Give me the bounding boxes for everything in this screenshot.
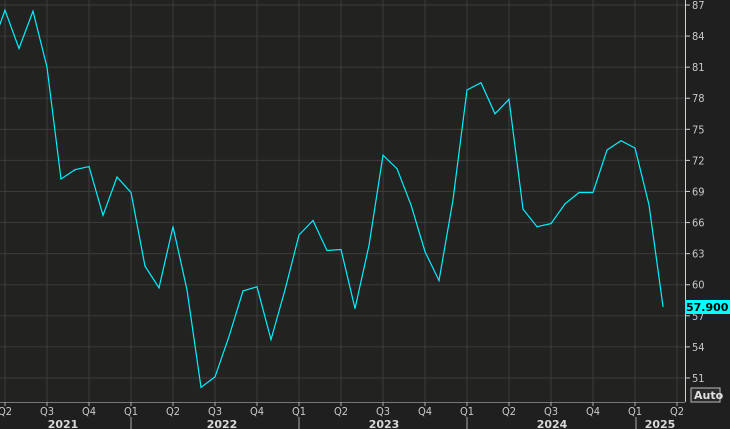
data-point <box>186 289 188 291</box>
data-point <box>354 307 356 310</box>
x-quarter-label: Q3 <box>544 405 558 418</box>
data-point <box>200 386 202 388</box>
x-quarter-label: Q4 <box>586 405 600 418</box>
data-point <box>522 208 524 210</box>
data-point <box>18 47 20 50</box>
data-point <box>284 289 286 291</box>
line-chart: 87848178757269666360575451 Q2 Q3 Q4 Q1 Q2 Q3 Q… <box>0 0 730 429</box>
x-year-label: 2022 <box>207 418 238 429</box>
x-year-label: 2024 <box>537 418 568 429</box>
data-point <box>74 169 76 171</box>
data-point <box>228 335 230 338</box>
data-point <box>578 191 580 194</box>
x-quarter-label: Q2 <box>670 405 684 418</box>
y-tick-label: 69 <box>692 185 705 198</box>
data-point <box>60 178 62 180</box>
data-point <box>270 339 272 341</box>
x-quarter-label: Q4 <box>418 405 432 418</box>
y-tick-label: 51 <box>692 372 705 385</box>
x-year-label: 2021 <box>48 418 79 429</box>
data-point <box>536 226 538 228</box>
y-tick-label: 75 <box>692 123 705 136</box>
data-point <box>46 66 48 68</box>
x-quarter-label: Q1 <box>292 405 306 418</box>
y-tick-label: 60 <box>692 279 705 292</box>
data-point <box>466 89 468 91</box>
data-point <box>592 191 594 194</box>
x-quarter-label: Q2 <box>502 405 516 418</box>
auto-button[interactable]: Auto <box>690 387 724 403</box>
x-quarter-label: Q3 <box>208 405 222 418</box>
y-tick-label: 84 <box>692 30 705 43</box>
x-quarter-label: Q3 <box>376 405 390 418</box>
data-point <box>130 191 132 194</box>
data-point <box>648 204 650 206</box>
y-tick-label: 81 <box>692 61 705 74</box>
data-point <box>494 113 496 115</box>
data-point <box>634 147 636 149</box>
data-point <box>452 199 454 201</box>
data-point <box>606 149 608 151</box>
data-point <box>158 287 160 289</box>
y-tick-label: 78 <box>692 92 705 105</box>
data-point <box>326 249 328 252</box>
x-quarter-label: Q1 <box>460 405 474 418</box>
data-point <box>144 265 146 267</box>
y-tick-label: 72 <box>692 154 705 167</box>
data-point <box>312 219 314 222</box>
x-quarter-label: Q2 <box>166 405 180 418</box>
x-quarter-label: Q4 <box>250 405 264 418</box>
data-point <box>88 166 90 168</box>
data-point <box>564 203 566 205</box>
y-tick-label: 54 <box>692 341 705 354</box>
data-point <box>382 154 384 156</box>
auto-button-label: Auto <box>694 389 724 402</box>
data-point <box>32 10 34 12</box>
x-quarter-label: Q4 <box>82 405 96 418</box>
x-year-label: 2025 <box>645 418 676 429</box>
data-point <box>368 244 370 246</box>
data-point <box>438 280 440 282</box>
data-point <box>340 248 342 251</box>
x-axis: Q2 Q3 Q4 Q1 Q2 Q3 Q4 Q1 Q2 Q3 Q4 Q1 Q2 Q3 Q4 Q1 Q2 2021 20… <box>0 402 685 429</box>
last-value-label: 57.900 <box>686 301 729 314</box>
x-quarter-label: Q2 <box>334 405 348 418</box>
x-quarter-label: Q1 <box>628 405 642 418</box>
data-point <box>410 204 412 206</box>
data-point <box>256 286 258 288</box>
data-point <box>242 290 244 292</box>
last-value-badge: 57.900 <box>685 300 730 314</box>
data-point <box>480 82 482 84</box>
data-point <box>396 168 398 170</box>
data-point <box>508 98 510 100</box>
data-point <box>662 305 664 308</box>
y-axis: 87848178757269666360575451 <box>685 0 705 402</box>
plot-background <box>0 0 685 402</box>
y-tick-label: 66 <box>692 217 705 230</box>
data-point <box>172 226 174 228</box>
y-tick-label: 63 <box>692 248 705 261</box>
data-point <box>620 140 622 142</box>
data-point <box>298 234 300 236</box>
data-point <box>214 376 216 378</box>
x-quarter-label: Q3 <box>40 405 54 418</box>
x-quarter-label: Q1 <box>124 405 138 418</box>
y-tick-label: 87 <box>692 0 705 12</box>
x-quarter-label: Q2 <box>0 405 12 418</box>
data-point <box>102 214 104 216</box>
data-point <box>4 9 6 11</box>
data-point <box>116 176 118 178</box>
data-point <box>550 223 552 225</box>
data-point <box>424 251 426 253</box>
x-year-label: 2023 <box>369 418 400 429</box>
